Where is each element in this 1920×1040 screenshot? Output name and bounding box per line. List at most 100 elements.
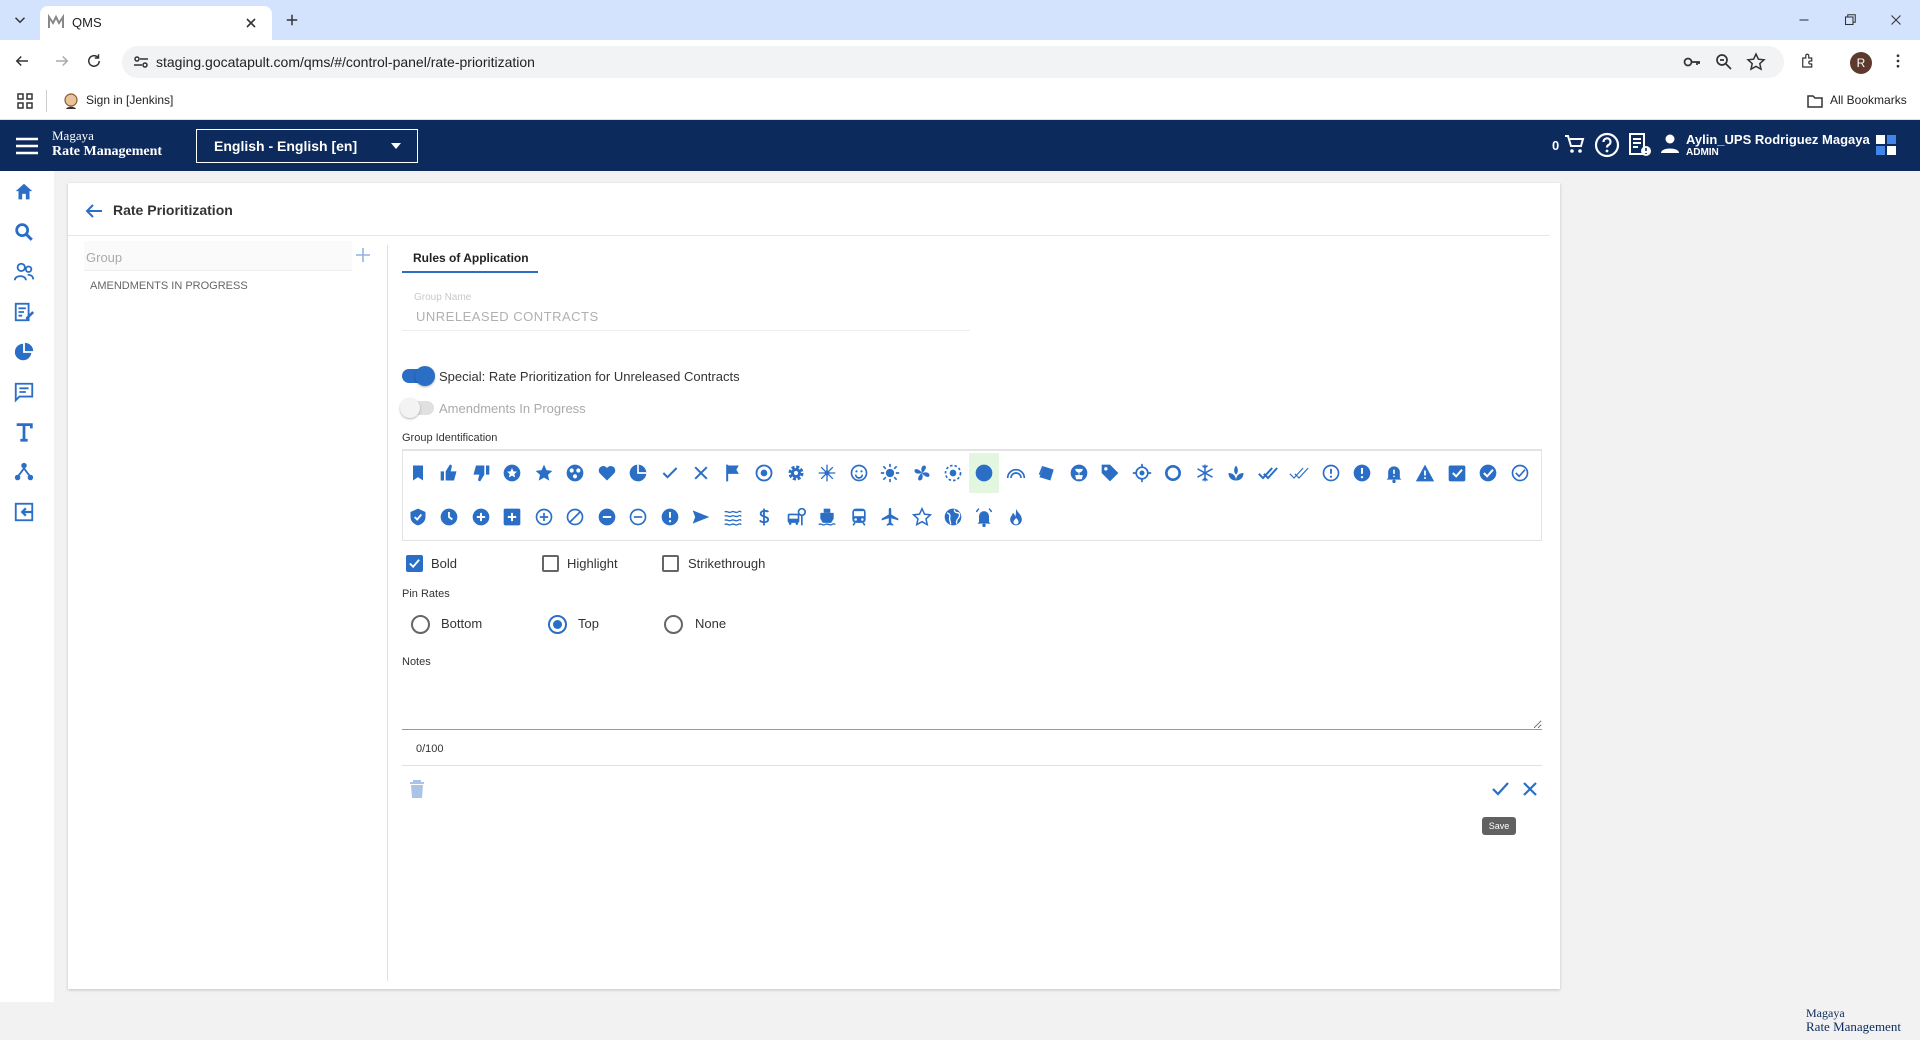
tab-search-chevron-icon[interactable]: [8, 8, 32, 32]
group-list-item[interactable]: AMENDMENTS IN PROGRESS: [90, 280, 248, 292]
browser-tab[interactable]: QMS: [40, 6, 272, 40]
bookmark-icon[interactable]: [403, 453, 433, 493]
sparkle-icon[interactable]: [812, 453, 842, 493]
block-icon[interactable]: [560, 497, 590, 537]
thumb-down-icon[interactable]: [466, 453, 496, 493]
back-icon[interactable]: [10, 49, 34, 73]
circle-filled-icon[interactable]: [969, 453, 999, 493]
browser-menu-icon[interactable]: [1886, 49, 1910, 73]
rainbow-icon[interactable]: [1001, 453, 1031, 493]
user-info[interactable]: Aylin_UPS Rodriguez Magaya ADMIN: [1686, 133, 1870, 159]
address-bar[interactable]: staging.gocatapult.com/qms/#/control-pan…: [122, 46, 1784, 78]
all-bookmarks[interactable]: All Bookmarks: [1830, 93, 1907, 107]
add-group-icon[interactable]: [354, 246, 372, 264]
plant-icon[interactable]: [1221, 453, 1251, 493]
pin-none-radio[interactable]: [664, 615, 683, 634]
train-icon[interactable]: [844, 497, 874, 537]
text-format-icon[interactable]: [13, 421, 37, 445]
back-arrow-icon[interactable]: [84, 201, 104, 221]
exclamation-circle-icon[interactable]: [1347, 453, 1377, 493]
contract-edit-icon[interactable]: [13, 301, 37, 325]
tag-icon[interactable]: [1095, 453, 1125, 493]
warning-icon[interactable]: [1410, 453, 1440, 493]
highlight-checkbox[interactable]: [542, 555, 559, 572]
close-icon[interactable]: [686, 453, 716, 493]
tab-rules-of-application[interactable]: Rules of Application: [402, 243, 538, 273]
shield-check-icon[interactable]: [403, 497, 433, 537]
error-icon[interactable]: [655, 497, 685, 537]
checkbox-icon[interactable]: [1442, 453, 1472, 493]
airplane-icon[interactable]: [875, 497, 905, 537]
site-info-icon[interactable]: [132, 53, 150, 71]
globe-icon[interactable]: [938, 497, 968, 537]
double-check-icon[interactable]: [1253, 453, 1283, 493]
help-icon[interactable]: [1594, 132, 1620, 158]
strikethrough-checkbox[interactable]: [662, 555, 679, 572]
minimize-icon[interactable]: [1792, 8, 1816, 32]
dollar-icon[interactable]: [749, 497, 779, 537]
password-key-icon[interactable]: [1682, 52, 1702, 72]
home-icon[interactable]: [13, 181, 37, 205]
hamburger-menu-icon[interactable]: [14, 133, 40, 159]
new-tab-icon[interactable]: [280, 8, 304, 32]
check-icon[interactable]: [655, 453, 685, 493]
plus-circle-outline-icon[interactable]: [529, 497, 559, 537]
check-circle-outline-icon[interactable]: [1505, 453, 1535, 493]
search-icon[interactable]: [13, 221, 37, 245]
cart-icon[interactable]: [1564, 133, 1586, 155]
bold-checkbox[interactable]: [406, 555, 423, 572]
plus-square-icon[interactable]: [497, 497, 527, 537]
apps-grid-icon[interactable]: [16, 92, 34, 110]
messages-icon[interactable]: [13, 381, 37, 405]
import-icon[interactable]: [13, 501, 37, 525]
stars-circle-icon[interactable]: [497, 453, 527, 493]
fire-icon[interactable]: [1001, 497, 1031, 537]
flower-pot-icon[interactable]: [1064, 453, 1094, 493]
zoom-icon[interactable]: [1714, 52, 1734, 72]
ring-icon[interactable]: [1158, 453, 1188, 493]
cancel-close-icon[interactable]: [1520, 779, 1540, 799]
minus-circle-icon[interactable]: [592, 497, 622, 537]
gear-icon[interactable]: [781, 453, 811, 493]
delete-icon[interactable]: [408, 779, 426, 799]
star-outline-icon[interactable]: [907, 497, 937, 537]
reload-icon[interactable]: [82, 49, 106, 73]
bus-stop-icon[interactable]: [781, 497, 811, 537]
exclamation-circle-outline-icon[interactable]: [1316, 453, 1346, 493]
plus-circle-icon[interactable]: [466, 497, 496, 537]
close-tab-icon[interactable]: [242, 14, 260, 32]
tilted-square-icon[interactable]: [1032, 453, 1062, 493]
contacts-icon[interactable]: [13, 261, 37, 285]
bubbles-icon[interactable]: [560, 453, 590, 493]
smile-icon[interactable]: [844, 453, 874, 493]
clock-icon[interactable]: [434, 497, 464, 537]
forward-icon[interactable]: [50, 49, 74, 73]
thumb-up-icon[interactable]: [434, 453, 464, 493]
language-select[interactable]: English - English [en]: [196, 129, 418, 163]
save-check-icon[interactable]: [1490, 779, 1510, 799]
flag-icon[interactable]: [718, 453, 748, 493]
close-window-icon[interactable]: [1884, 8, 1908, 32]
bookmark-signin-jenkins[interactable]: Sign in [Jenkins]: [86, 93, 173, 107]
amendments-toggle[interactable]: [400, 398, 434, 418]
pin-bottom-radio[interactable]: [411, 615, 430, 634]
reports-pie-icon[interactable]: [13, 341, 37, 365]
star-icon[interactable]: [529, 453, 559, 493]
profile-avatar[interactable]: R: [1850, 52, 1872, 74]
fan-icon[interactable]: [907, 453, 937, 493]
pie-circle-icon[interactable]: [623, 453, 653, 493]
heart-icon[interactable]: [592, 453, 622, 493]
task-list-icon[interactable]: [1628, 132, 1652, 158]
group-filter-input[interactable]: Group: [84, 241, 352, 271]
boat-icon[interactable]: [812, 497, 842, 537]
bell-ring-icon[interactable]: [969, 497, 999, 537]
bold-checkbox-box[interactable]: [406, 555, 423, 572]
minus-circle-outline-icon[interactable]: [623, 497, 653, 537]
double-check-thin-icon[interactable]: [1284, 453, 1314, 493]
hierarchy-icon[interactable]: [13, 461, 37, 485]
user-icon[interactable]: [1660, 133, 1680, 155]
sun-icon[interactable]: [875, 453, 905, 493]
target-dotted-icon[interactable]: [938, 453, 968, 493]
bookmark-star-icon[interactable]: [1746, 52, 1766, 72]
notes-textarea[interactable]: [402, 673, 1542, 730]
